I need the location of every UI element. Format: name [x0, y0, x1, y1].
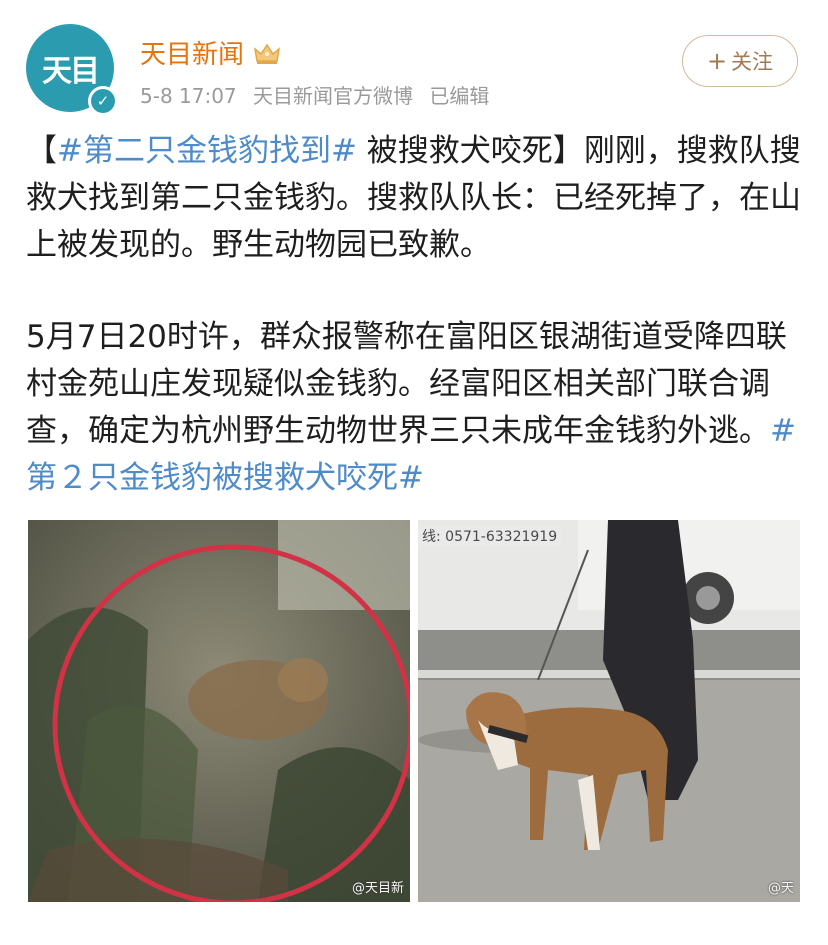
post-content: 【#第二只金钱豹找到# 被搜救犬咬死】刚刚，搜救队搜救犬找到第二只金钱豹。搜救队…: [26, 128, 806, 502]
verified-icon: ✓: [91, 89, 115, 113]
para2-text: 5月7日20时许，群众报警称在富阳区银湖街道受降四联村金苑山庄发现疑似金钱豹。经…: [26, 319, 787, 449]
edited-label[interactable]: 已编辑: [429, 84, 489, 108]
lead-bracket: 【: [26, 133, 57, 169]
hashtag-lead[interactable]: #第二只金钱豹找到#: [57, 133, 357, 169]
leopard-photo-art: [28, 520, 410, 902]
left-watermark: @天目新: [351, 881, 404, 896]
post-source[interactable]: 天目新闻官方微博: [253, 84, 413, 108]
account-name[interactable]: 天目新闻: [140, 34, 282, 71]
post-images: @天目新 线: 0571-63321919 @天: [28, 520, 800, 902]
lead-title: 被搜救犬咬死】: [356, 133, 584, 169]
post-time: 5-8 17:07: [140, 84, 237, 108]
verified-badge: ✓: [88, 86, 118, 116]
account-name-text: 天目新闻: [140, 40, 245, 70]
right-watermark: @天: [767, 881, 794, 896]
plus-icon: +: [706, 47, 728, 75]
van-sign-text: 线: 0571-63321919: [418, 526, 562, 546]
second-paragraph: 5月7日20时许，群众报警称在富阳区银湖街道受降四联村金苑山庄发现疑似金钱豹。经…: [26, 314, 806, 502]
post-meta: 5-8 17:07 天目新闻官方微博 已编辑: [140, 80, 499, 109]
avatar-text: 天目: [42, 54, 100, 89]
leopard-photo[interactable]: @天目新: [28, 520, 410, 902]
dog-photo-art: [418, 520, 800, 902]
post-header: 天目 ✓ 天目新闻 5-8 17:07 天目新闻官方微博 已编辑 + 关注: [0, 0, 828, 120]
lead-paragraph: 【#第二只金钱豹找到# 被搜救犬咬死】刚刚，搜救队搜救犬找到第二只金钱豹。搜救队…: [26, 128, 806, 269]
dog-photo[interactable]: 线: 0571-63321919 @天: [418, 520, 800, 902]
follow-button[interactable]: + 关注: [682, 35, 798, 87]
crown-icon: [252, 41, 282, 65]
follow-label: 关注: [731, 50, 774, 74]
